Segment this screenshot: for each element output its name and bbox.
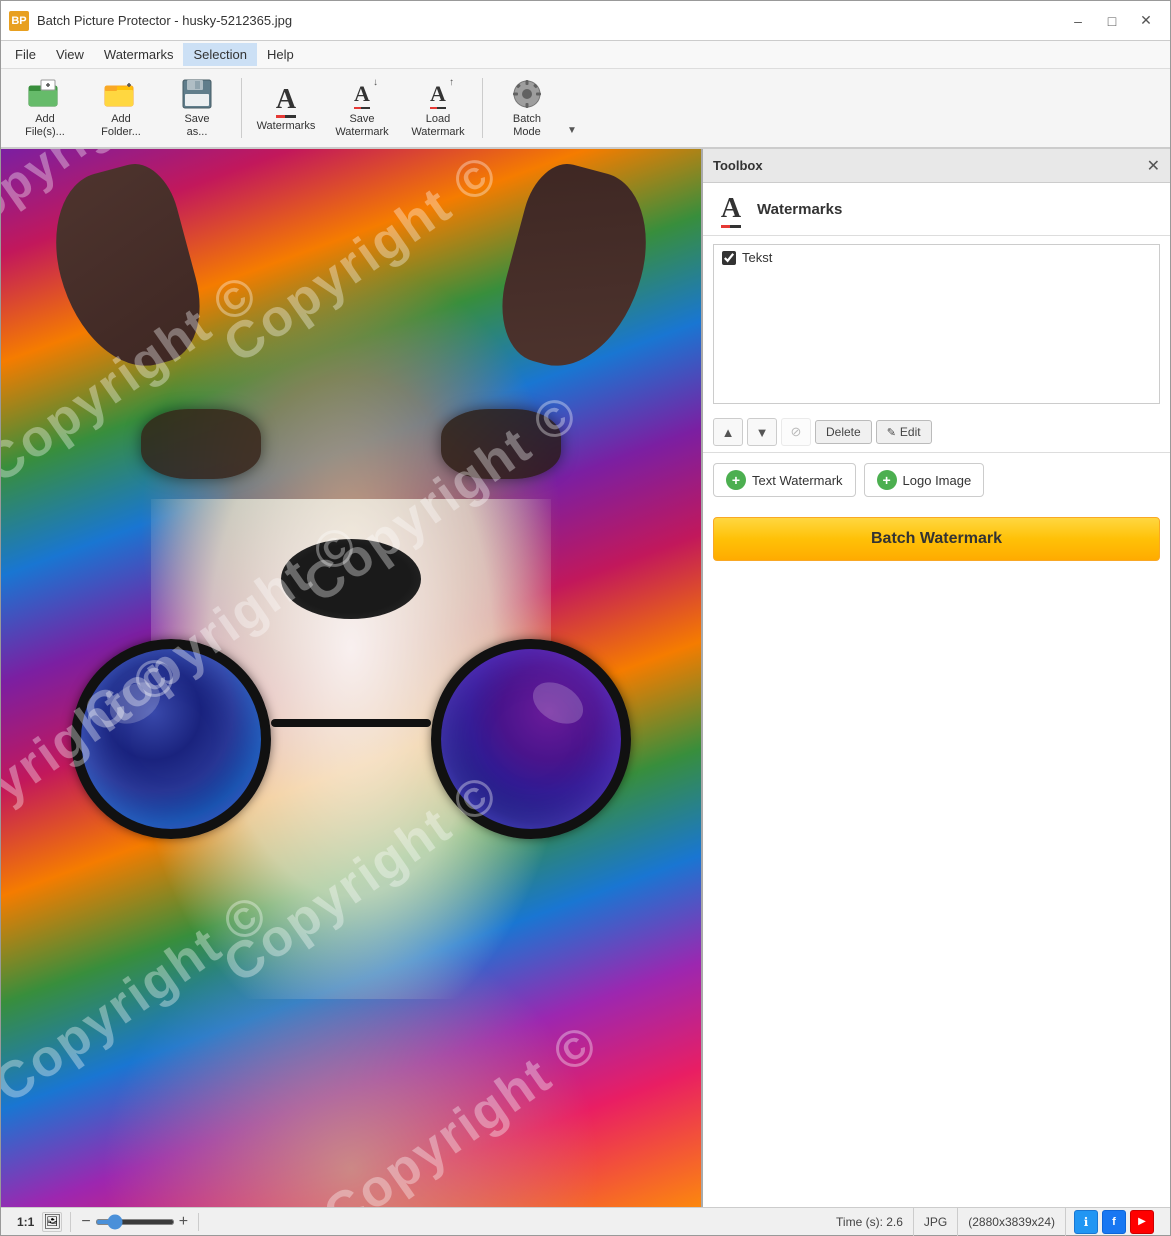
window-title: Batch Picture Protector - husky-5212365.… (37, 13, 292, 28)
facebook-button[interactable]: f (1102, 1210, 1126, 1234)
time-status: Time (s): 2.6 (826, 1208, 914, 1236)
husky-image: Copyright © Copyright © Copyright © Copy… (1, 149, 701, 1229)
batch-mode-icon (509, 77, 545, 111)
status-bar: 1:1 🖼 − + Time (s): 2.6 JPG (2880x3839x2… (1, 1207, 1170, 1235)
minimize-button[interactable]: – (1062, 7, 1094, 35)
menu-view[interactable]: View (46, 43, 94, 66)
title-bar-left: BP Batch Picture Protector - husky-52123… (9, 11, 292, 31)
watermarks-section-label: Watermarks (757, 201, 842, 218)
watermarks-label: Watermarks (257, 120, 316, 133)
format-status: JPG (914, 1208, 958, 1236)
glass-left (71, 639, 271, 839)
add-logo-image-label: Logo Image (903, 473, 972, 488)
glasses-bridge (271, 719, 431, 727)
image-panel: Copyright © Copyright © Copyright © Copy… (1, 149, 701, 1229)
save-watermark-button[interactable]: A ↓ SaveWatermark (326, 72, 398, 144)
toolbox-title: Toolbox (713, 158, 763, 173)
youtube-button[interactable]: ▶ (1130, 1210, 1154, 1234)
nose (281, 539, 421, 619)
zoom-plus-button[interactable]: + (177, 1213, 190, 1231)
load-watermark-icon: A ↑ (420, 77, 456, 111)
zoom-slider[interactable] (95, 1219, 175, 1225)
toolbox-close-button[interactable]: ✕ (1147, 156, 1160, 176)
dimensions-status: (2880x3839x24) (958, 1208, 1066, 1236)
zoom-minus-button[interactable]: − (79, 1213, 92, 1231)
content-wrapper: Copyright © Copyright © Copyright © Copy… (1, 149, 1170, 1235)
edit-button[interactable]: ✎ Edit (876, 420, 932, 444)
save-as-icon (179, 77, 215, 111)
status-social-icons: ℹ f ▶ (1066, 1210, 1162, 1234)
menu-file[interactable]: File (5, 43, 46, 66)
zoom-slider-area: − + (71, 1213, 199, 1231)
app-icon: BP (9, 11, 29, 31)
save-watermark-icon: A ↓ (344, 77, 380, 111)
toolbar-separator-2 (482, 78, 483, 138)
move-up-button[interactable]: ▲ (713, 418, 743, 446)
add-logo-image-button[interactable]: + Logo Image (864, 463, 985, 497)
image-canvas: Copyright © Copyright © Copyright © Copy… (1, 149, 701, 1229)
title-bar: BP Batch Picture Protector - husky-52123… (1, 1, 1170, 41)
watermark-item-tekst[interactable]: Tekst (714, 245, 1159, 270)
watermarks-section-icon: A (713, 191, 749, 227)
app-window: BP Batch Picture Protector - husky-52123… (0, 0, 1171, 1236)
add-files-icon (27, 77, 63, 111)
load-watermark-button[interactable]: A ↑ LoadWatermark (402, 72, 474, 144)
add-text-watermark-button[interactable]: + Text Watermark (713, 463, 856, 497)
toolbox-control-buttons: ▲ ▼ ⊘ Delete ✎ Edit (703, 412, 1170, 453)
disable-button[interactable]: ⊘ (781, 418, 811, 446)
menu-bar: File View Watermarks Selection Help (1, 41, 1170, 69)
toolbox-watermarks-section: A Watermarks (703, 183, 1170, 236)
add-logo-icon: + (877, 470, 897, 490)
window-controls: – □ ✕ (1062, 7, 1162, 35)
info-button[interactable]: ℹ (1074, 1210, 1098, 1234)
batch-watermark-button[interactable]: Batch Watermark (713, 517, 1160, 561)
batch-mode-label: BatchMode (513, 113, 541, 139)
close-button[interactable]: ✕ (1130, 7, 1162, 35)
toolbar: AddFile(s)... AddFolder... (1, 69, 1170, 149)
add-files-button[interactable]: AddFile(s)... (9, 72, 81, 144)
maximize-button[interactable]: □ (1096, 7, 1128, 35)
add-folder-button[interactable]: AddFolder... (85, 72, 157, 144)
watermark-item-label: Tekst (742, 250, 772, 265)
save-as-label: Saveas... (184, 113, 209, 139)
delete-button[interactable]: Delete (815, 420, 872, 444)
watermark-checkbox-tekst[interactable] (722, 251, 736, 265)
menu-watermarks[interactable]: Watermarks (94, 43, 184, 66)
add-watermark-row: + Text Watermark + Logo Image (703, 453, 1170, 507)
batch-dropdown-arrow[interactable]: ▼ (567, 72, 579, 144)
add-text-watermark-label: Text Watermark (752, 473, 843, 488)
watermarks-list: Tekst (713, 244, 1160, 404)
eye-right (441, 409, 561, 479)
add-text-icon: + (726, 470, 746, 490)
glass-right (431, 639, 631, 839)
save-as-button[interactable]: Saveas... (161, 72, 233, 144)
eye-left (141, 409, 261, 479)
add-files-label: AddFile(s)... (25, 113, 65, 139)
watermarks-button[interactable]: A Watermarks (250, 72, 322, 144)
toolbox-panel: Toolbox ✕ A Watermarks Tekst (701, 149, 1170, 1235)
batch-mode-button[interactable]: BatchMode (491, 72, 563, 144)
move-down-button[interactable]: ▼ (747, 418, 777, 446)
add-folder-label: AddFolder... (101, 113, 141, 139)
toolbar-separator-1 (241, 78, 242, 138)
chin-area (101, 929, 601, 1229)
load-watermark-label: LoadWatermark (411, 113, 464, 139)
watermarks-icon: A (268, 82, 304, 118)
toolbox-titlebar: Toolbox ✕ (703, 149, 1170, 183)
menu-selection[interactable]: Selection (183, 43, 256, 66)
zoom-control: 1:1 🖼 (9, 1212, 71, 1232)
menu-help[interactable]: Help (257, 43, 304, 66)
save-watermark-label: SaveWatermark (335, 113, 388, 139)
zoom-thumbnail-button[interactable]: 🖼 (42, 1212, 62, 1232)
add-folder-icon (103, 77, 139, 111)
zoom-label: 1:1 (17, 1215, 34, 1229)
